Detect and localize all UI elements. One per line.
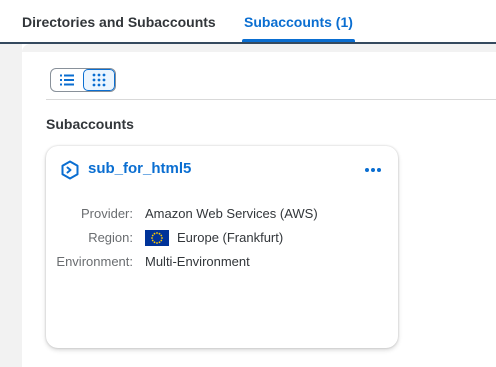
- provider-row: Provider: Amazon Web Services (AWS): [46, 205, 398, 223]
- tab-directories-and-subaccounts[interactable]: Directories and Subaccounts: [22, 0, 216, 44]
- eu-flag-icon: [145, 230, 169, 246]
- region-value: Europe (Frankfurt): [177, 230, 284, 245]
- subaccount-icon: [61, 160, 79, 180]
- left-gutter: [0, 44, 22, 367]
- card-title-link[interactable]: sub_for_html5: [88, 160, 191, 177]
- tab-bar: Directories and Subaccounts Subaccounts …: [0, 0, 496, 44]
- region-label: Region:: [88, 230, 133, 245]
- environment-row: Environment: Multi-Environment: [46, 253, 398, 271]
- list-view-button[interactable]: [51, 69, 83, 91]
- main-content: Subaccounts sub_for_html5 Provider: Amaz…: [22, 52, 496, 367]
- section-title: Subaccounts: [46, 116, 134, 132]
- environment-label: Environment:: [56, 254, 133, 269]
- content-top-gutter: [22, 44, 496, 52]
- more-actions-button[interactable]: [362, 162, 384, 178]
- environment-value: Multi-Environment: [145, 254, 250, 269]
- toolbar-divider: [46, 99, 496, 100]
- grid-view-button[interactable]: [83, 69, 115, 91]
- region-row: Region: Europe (Frankfurt): [46, 229, 398, 247]
- provider-label: Provider:: [80, 206, 133, 221]
- more-icon: [365, 168, 381, 172]
- grid-icon: [92, 73, 106, 87]
- subaccount-card[interactable]: sub_for_html5 Provider: Amazon Web Servi…: [46, 146, 398, 348]
- provider-value: Amazon Web Services (AWS): [145, 206, 318, 221]
- list-icon: [60, 74, 74, 86]
- tab-subaccounts[interactable]: Subaccounts (1): [242, 0, 355, 44]
- view-toggle: [50, 68, 116, 92]
